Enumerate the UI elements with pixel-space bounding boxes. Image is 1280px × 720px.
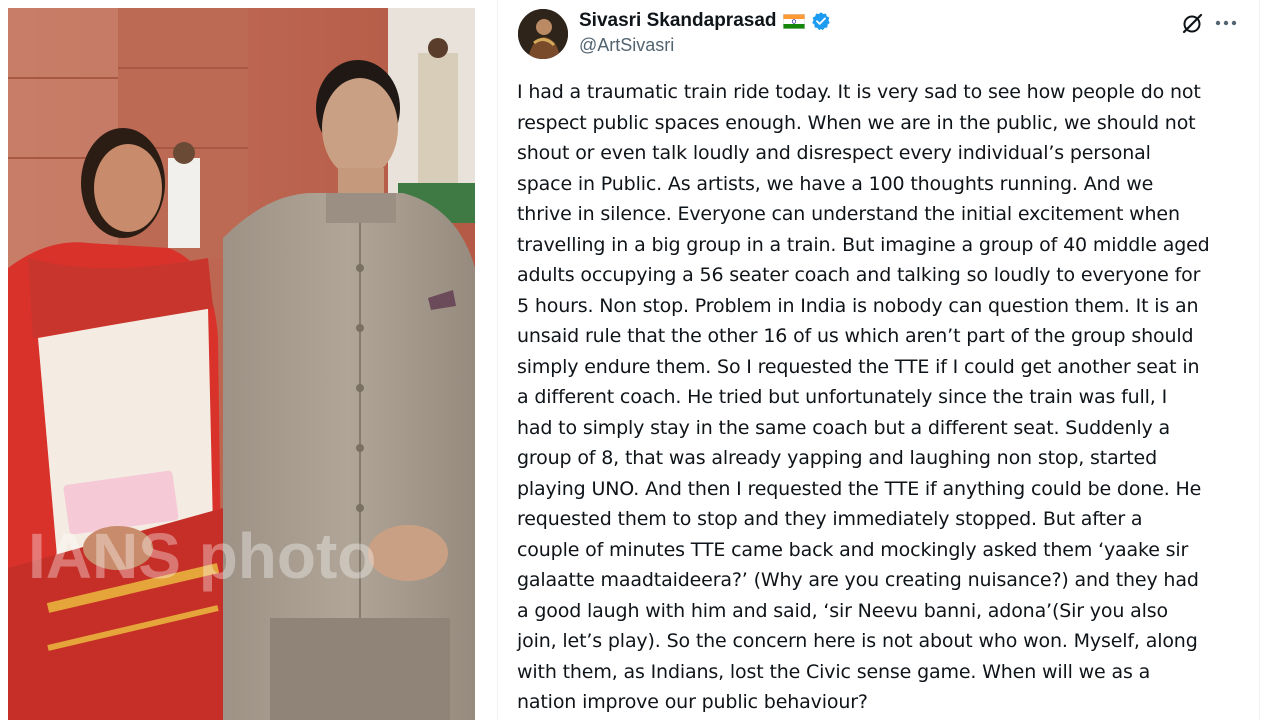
verified-badge-icon[interactable]: [811, 11, 831, 31]
tweet-text-line: space in Public. As artists, we have a 1…: [517, 172, 1154, 195]
tweet-text-line: adults occupying a 56 seater coach and t…: [517, 264, 1201, 286]
author-display-name[interactable]: Sivasri Skandaprasad: [579, 10, 777, 32]
india-flag-icon: [782, 13, 805, 29]
tweet-text-line: a good laugh with him and said, ‘sir Nee…: [517, 599, 1168, 622]
tweet-text-line: group of 8, that was already yapping and…: [517, 447, 1157, 469]
author-avatar[interactable]: [518, 9, 568, 59]
tweet-text-line: travelling in a big group in a train. Bu…: [517, 233, 1210, 256]
tweet-text-line: a different coach. He tried but unfortun…: [517, 386, 1168, 408]
tweet-text-line: respect public spaces enough. When we ar…: [517, 111, 1196, 134]
tweet-text-line: nation improve our public behaviour?: [517, 691, 868, 713]
watermark: IANS photo: [28, 520, 376, 592]
tweet-text-line: playing UNO. And then I requested the TT…: [517, 477, 1202, 500]
tweet-text-line: join, let’s play). So the concern here i…: [517, 630, 1198, 652]
more-options-button[interactable]: [1211, 10, 1241, 36]
tweet-text-line: shout or even talk loudly and disrespect…: [517, 142, 1151, 164]
grok-icon: [1181, 12, 1203, 34]
author-handle[interactable]: @ArtSivasri: [579, 35, 674, 56]
tweet-text-line: requested them to stop and they immediat…: [517, 508, 1143, 530]
tweet-text: I had a traumatic train ride today. It i…: [517, 77, 1247, 718]
tweet-text-line: couple of minutes TTE came back and mock…: [517, 538, 1189, 561]
tweet-text-line: had to simply stay in the same coach but…: [517, 416, 1170, 439]
more-icon: [1215, 20, 1237, 26]
tweet-text-line: simply endure them. So I requested the T…: [517, 355, 1200, 378]
tweet-card: Sivasri Skandaprasad @ArtSivasri I had a…: [497, 0, 1260, 720]
tweet-text-line: 5 hours. Non stop. Problem in India is n…: [517, 294, 1199, 317]
tweet-text-line: galaatte maadtaideera?’ (Why are you cre…: [517, 569, 1199, 591]
tweet-text-line: with them, as Indians, lost the Civic se…: [517, 660, 1151, 683]
tweet-text-line: unsaid rule that the other 16 of us whic…: [517, 325, 1194, 347]
tweet-text-line: I had a traumatic train ride today. It i…: [517, 81, 1201, 103]
author-name-row: Sivasri Skandaprasad: [579, 9, 831, 33]
news-photo: IANS photo: [8, 8, 475, 720]
grok-button[interactable]: [1179, 10, 1205, 36]
couple-photo-image: IANS photo: [8, 8, 475, 720]
tweet-text-line: thrive in silence. Everyone can understa…: [517, 203, 1180, 225]
